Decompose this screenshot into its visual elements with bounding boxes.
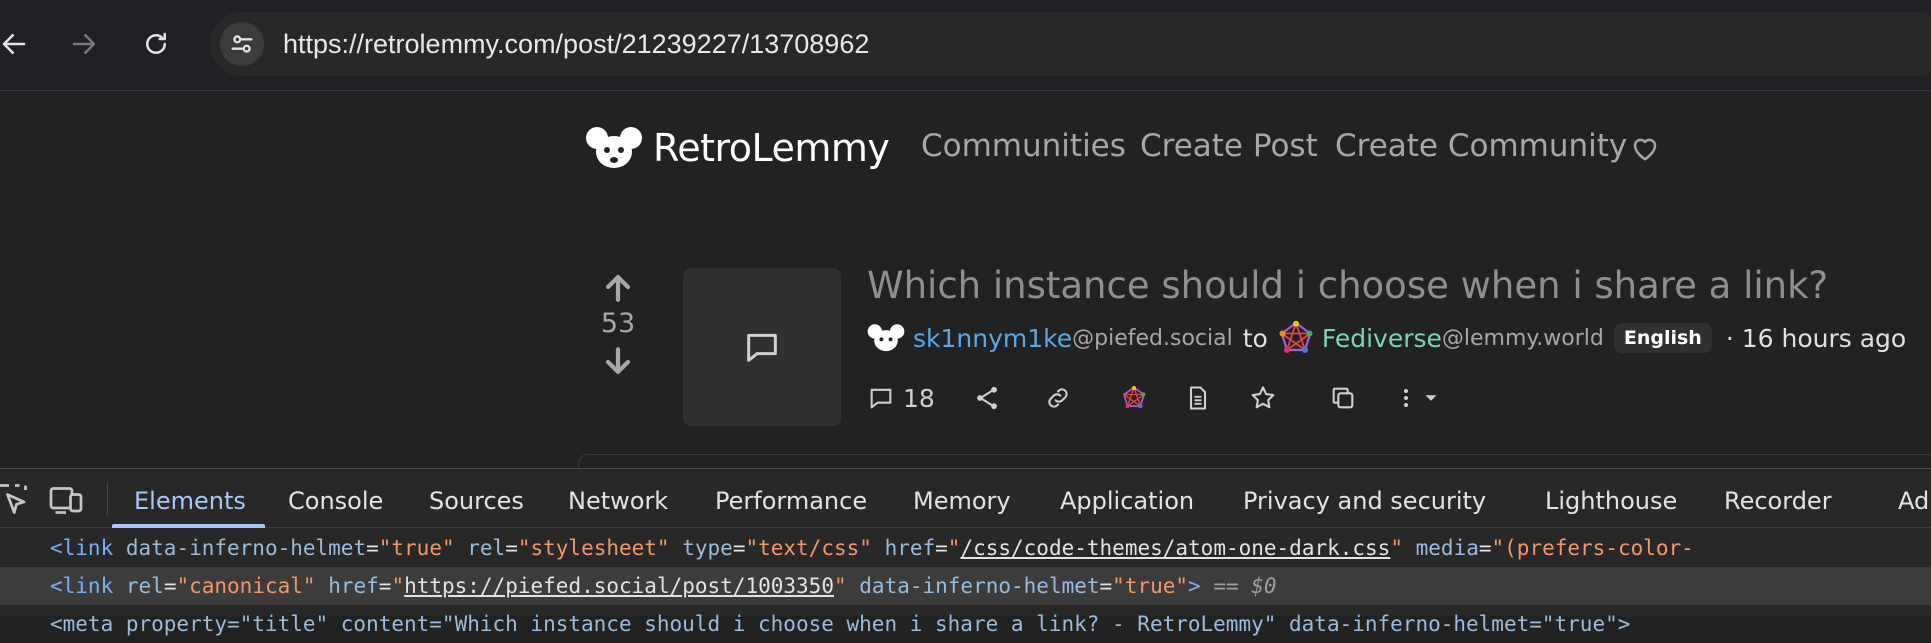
- save-button[interactable]: [1249, 378, 1277, 418]
- devtools-panel: Elements Console Sources Network Perform…: [0, 468, 1931, 636]
- mouse-logo-icon: [586, 127, 642, 168]
- post-score: 53: [600, 308, 636, 339]
- upvote-arrow-icon[interactable]: [601, 270, 635, 304]
- tab-overflow[interactable]: Ad: [1898, 487, 1929, 515]
- community-name[interactable]: Fediverse: [1322, 324, 1442, 353]
- nav-communities[interactable]: Communities: [921, 128, 1126, 164]
- tab-lighthouse[interactable]: Lighthouse: [1545, 487, 1677, 515]
- star-icon: [1251, 386, 1275, 409]
- author-instance[interactable]: @piefed.social: [1072, 326, 1233, 351]
- caret-down-icon: [1425, 395, 1437, 401]
- toolbar-divider: [107, 483, 108, 515]
- page-content: RetroLemmy Communities Create Post Creat…: [0, 92, 1931, 474]
- tab-performance[interactable]: Performance: [715, 487, 867, 515]
- tab-application[interactable]: Application: [1060, 487, 1194, 515]
- downvote-arrow-icon[interactable]: [601, 345, 635, 379]
- share-icon: [977, 386, 997, 410]
- dom-node-meta-title[interactable]: <meta property="title" content="Which in…: [0, 605, 1931, 643]
- language-badge: English: [1613, 323, 1712, 353]
- more-vertical-icon: [1404, 389, 1408, 407]
- comments-button[interactable]: 18: [867, 378, 935, 418]
- browser-toolbar: https://retrolemmy.com/post/21239227/137…: [0, 0, 1931, 91]
- tab-memory[interactable]: Memory: [913, 487, 1011, 515]
- dom-node-canonical-link[interactable]: <link rel="canonical" href="https://pief…: [0, 567, 1931, 605]
- link-icon: [1048, 388, 1068, 408]
- stylesheet-href-link[interactable]: /css/code-themes/atom-one-dark.css: [960, 536, 1390, 560]
- copy-icon: [1332, 387, 1354, 409]
- forward-arrow-icon[interactable]: [62, 22, 106, 66]
- canonical-href-link[interactable]: https://piefed.social/post/1003350: [404, 574, 834, 598]
- active-tab-indicator: [112, 524, 265, 528]
- message-square-icon: [747, 333, 777, 362]
- crosspost-button[interactable]: [1329, 378, 1357, 418]
- vote-column: 53: [598, 270, 638, 379]
- devtools-tab-bar: Elements Console Sources Network Perform…: [0, 469, 1931, 528]
- tab-console[interactable]: Console: [288, 487, 383, 515]
- fediverse-icon: [1123, 385, 1146, 409]
- document-icon: [1189, 386, 1207, 410]
- fediverse-pentagram-icon: [1279, 320, 1313, 353]
- url-text[interactable]: https://retrolemmy.com/post/21239227/137…: [283, 29, 869, 60]
- inspect-element-icon[interactable]: [0, 481, 30, 517]
- source-button[interactable]: [1184, 378, 1212, 418]
- author-name[interactable]: sk1nnym1ke: [913, 324, 1072, 353]
- comment-count: 18: [903, 383, 935, 413]
- link-button[interactable]: [1044, 378, 1072, 418]
- site-settings-icon[interactable]: [220, 22, 264, 66]
- share-button[interactable]: [973, 378, 1001, 418]
- post-title[interactable]: Which instance should i choose when i sh…: [867, 264, 1828, 307]
- dom-node-stylesheet-link[interactable]: <link data-inferno-helmet="true" rel="st…: [0, 529, 1931, 567]
- nav-create-community[interactable]: Create Community: [1335, 128, 1627, 164]
- heart-icon[interactable]: [1630, 134, 1660, 162]
- tab-elements[interactable]: Elements: [134, 487, 246, 515]
- tab-sources[interactable]: Sources: [429, 487, 524, 515]
- more-options-button[interactable]: [1394, 378, 1442, 418]
- tab-recorder[interactable]: Recorder: [1724, 487, 1832, 515]
- reload-icon[interactable]: [134, 22, 178, 66]
- fediverse-button[interactable]: [1120, 378, 1148, 418]
- back-arrow-icon[interactable]: [0, 22, 36, 66]
- tab-privacy-security[interactable]: Privacy and security: [1243, 487, 1486, 515]
- nav-create-post[interactable]: Create Post: [1140, 128, 1318, 164]
- site-name: RetroLemmy: [653, 126, 890, 170]
- post-thumbnail[interactable]: [683, 268, 841, 426]
- comment-icon: [870, 388, 892, 409]
- to-word: to: [1242, 323, 1268, 353]
- community-instance[interactable]: @lemmy.world: [1442, 326, 1604, 351]
- post-meta: sk1nnym1ke @piefed.social to Fediverse @…: [867, 320, 1906, 356]
- post-time: · 16 hours ago: [1725, 323, 1907, 353]
- device-toolbar-icon[interactable]: [48, 481, 84, 517]
- selected-node-marker: == $0: [1213, 574, 1277, 598]
- tab-network[interactable]: Network: [568, 487, 668, 515]
- site-logo-link[interactable]: RetroLemmy: [585, 124, 890, 172]
- author-avatar-icon: [867, 324, 905, 352]
- address-bar[interactable]: https://retrolemmy.com/post/21239227/137…: [210, 12, 1931, 76]
